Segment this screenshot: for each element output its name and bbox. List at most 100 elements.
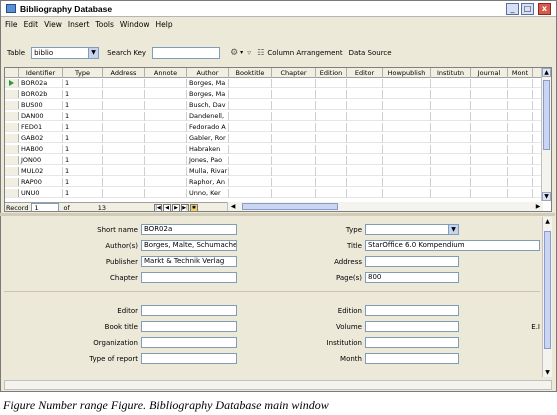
- table-cell[interactable]: [145, 123, 187, 132]
- dropdown-arrow-icon[interactable]: ▾: [240, 49, 243, 56]
- menu-file[interactable]: File: [5, 20, 18, 29]
- form-scroll-thumb[interactable]: [544, 231, 551, 349]
- column-arrangement-button[interactable]: Column Arrangement: [267, 49, 342, 57]
- form-vertical-scrollbar[interactable]: ▲ ▼: [542, 217, 552, 377]
- table-cell[interactable]: [272, 167, 316, 176]
- table-cell[interactable]: 1: [63, 189, 103, 198]
- table-cell[interactable]: [229, 156, 272, 165]
- table-cell[interactable]: [508, 90, 533, 99]
- volume-field[interactable]: [365, 321, 459, 332]
- table-row[interactable]: GAB02 1 Gabler, Ror: [5, 134, 543, 143]
- table-cell[interactable]: JON00: [19, 156, 63, 165]
- table-cell[interactable]: BOR02a: [19, 79, 63, 88]
- first-record-icon[interactable]: |◀: [154, 203, 163, 211]
- table-row[interactable]: BOR02a 1 Borges, Ma: [5, 79, 543, 88]
- table-cell[interactable]: [508, 145, 533, 154]
- col-booktitle[interactable]: Booktitle: [229, 68, 272, 78]
- table-cell[interactable]: [471, 167, 508, 176]
- table-cell[interactable]: [471, 156, 508, 165]
- table-cell[interactable]: [347, 134, 383, 143]
- table-cell[interactable]: 1: [63, 178, 103, 187]
- col-chapter[interactable]: Chapter: [272, 68, 316, 78]
- table-cell[interactable]: Borges, Ma: [187, 79, 229, 88]
- table-cell[interactable]: [103, 178, 145, 187]
- table-cell[interactable]: Borges, Ma: [187, 90, 229, 99]
- table-cell[interactable]: [145, 178, 187, 187]
- table-cell[interactable]: [383, 79, 431, 88]
- table-row[interactable]: DAN00 1 Dandenell,: [5, 112, 543, 121]
- table-cell[interactable]: [431, 134, 471, 143]
- table-cell[interactable]: [471, 178, 508, 187]
- row-selector[interactable]: [5, 156, 19, 164]
- table-cell[interactable]: [347, 79, 383, 88]
- table-cell[interactable]: [347, 178, 383, 187]
- table-cell[interactable]: [103, 112, 145, 121]
- table-cell[interactable]: 1: [63, 112, 103, 121]
- table-cell[interactable]: [508, 189, 533, 198]
- table-row[interactable]: FED01 1 Fedorado A: [5, 123, 543, 132]
- table-cell[interactable]: [316, 189, 347, 198]
- table-cell[interactable]: [347, 90, 383, 99]
- table-row[interactable]: BOR02b 1 Borges, Ma: [5, 90, 543, 99]
- table-cell[interactable]: [347, 101, 383, 110]
- table-horizontal-scrollbar[interactable]: ◀ ▶: [227, 202, 543, 211]
- table-cell[interactable]: [145, 101, 187, 110]
- table-cell[interactable]: Dandenell,: [187, 112, 229, 121]
- table-cell[interactable]: [508, 123, 533, 132]
- scroll-down-icon[interactable]: ▼: [543, 368, 552, 377]
- table-cell[interactable]: Unno, Ker: [187, 189, 229, 198]
- publisher-field[interactable]: Markt & Technik Verlag: [141, 256, 237, 267]
- editor-field[interactable]: [141, 305, 237, 316]
- table-cell[interactable]: [272, 112, 316, 121]
- month-field[interactable]: [365, 353, 459, 364]
- table-cell[interactable]: [431, 112, 471, 121]
- table-cell[interactable]: FED01: [19, 123, 63, 132]
- table-cell[interactable]: [316, 79, 347, 88]
- table-cell[interactable]: [316, 178, 347, 187]
- col-institutn[interactable]: Institutn: [431, 68, 471, 78]
- row-selector[interactable]: [5, 90, 19, 98]
- table-cell[interactable]: [229, 101, 272, 110]
- table-vertical-scrollbar[interactable]: ▲ ▼: [541, 68, 551, 201]
- table-cell[interactable]: [471, 134, 508, 143]
- pages-field[interactable]: 800: [365, 272, 459, 283]
- table-cell[interactable]: HAB00: [19, 145, 63, 154]
- table-cell[interactable]: [431, 101, 471, 110]
- address-field[interactable]: [365, 256, 459, 267]
- column-arrangement-icon[interactable]: ☷: [257, 48, 264, 57]
- row-selector[interactable]: [5, 134, 19, 142]
- table-cell[interactable]: [229, 79, 272, 88]
- table-cell[interactable]: [383, 145, 431, 154]
- scroll-left-icon[interactable]: ◀: [228, 202, 238, 211]
- row-selector[interactable]: [5, 79, 19, 87]
- search-key-input[interactable]: [152, 46, 221, 59]
- row-selector[interactable]: [5, 178, 19, 186]
- col-edition[interactable]: Edition: [316, 68, 347, 78]
- organization-field[interactable]: [141, 337, 237, 348]
- table-cell[interactable]: 1: [63, 167, 103, 176]
- table-cell[interactable]: [471, 90, 508, 99]
- table-cell[interactable]: [347, 167, 383, 176]
- table-cell[interactable]: [103, 134, 145, 143]
- table-cell[interactable]: [103, 167, 145, 176]
- table-cell[interactable]: Gabler, Ror: [187, 134, 229, 143]
- table-cell[interactable]: [431, 156, 471, 165]
- table-cell[interactable]: [316, 156, 347, 165]
- table-cell[interactable]: Raphor, An: [187, 178, 229, 187]
- table-cell[interactable]: MUL02: [19, 167, 63, 176]
- table-cell[interactable]: [316, 112, 347, 121]
- table-cell[interactable]: [471, 145, 508, 154]
- table-cell[interactable]: Fedorado A: [187, 123, 229, 132]
- col-journal[interactable]: Journal: [471, 68, 508, 78]
- table-cell[interactable]: BUS00: [19, 101, 63, 110]
- table-cell[interactable]: RAP00: [19, 178, 63, 187]
- col-editor[interactable]: Editor: [347, 68, 383, 78]
- table-cell[interactable]: [471, 189, 508, 198]
- row-selector[interactable]: [5, 112, 19, 120]
- table-cell[interactable]: [508, 178, 533, 187]
- menu-window[interactable]: Window: [120, 20, 150, 29]
- table-select[interactable]: biblio ▼: [31, 46, 100, 59]
- table-cell[interactable]: [229, 178, 272, 187]
- table-cell[interactable]: [145, 167, 187, 176]
- table-cell[interactable]: [431, 79, 471, 88]
